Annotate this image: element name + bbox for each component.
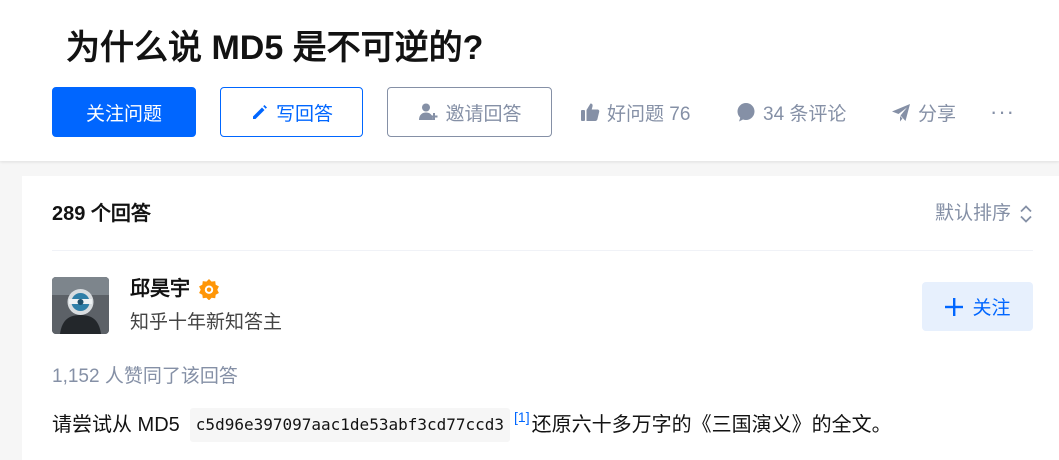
follow-question-button[interactable]: 关注问题 (52, 87, 196, 137)
author-bio: 知乎十年新知答主 (130, 312, 283, 333)
answers-card: 289 个回答 默认排序 邱昊宇 知乎十年新知答主 关注 1,152 人赞同了该… (22, 176, 1059, 460)
answer-content: 请尝试从 MD5 c5d96e397097aac1de53abf3cd77ccd… (52, 408, 892, 442)
more-icon[interactable]: ··· (990, 94, 1015, 130)
good-question-label: 好问题 76 (607, 103, 691, 125)
pencil-icon (250, 102, 270, 122)
comment-icon (735, 101, 757, 123)
good-question-button[interactable]: 好问题 76 (579, 94, 690, 130)
vote-count: 1,152 人赞同了该回答 (52, 366, 238, 387)
share-label: 分享 (918, 103, 957, 125)
follow-author-label: 关注 (972, 298, 1011, 319)
answers-count: 289 个回答 (52, 203, 151, 225)
sort-icon (1019, 204, 1033, 224)
question-header: 为什么说 MD5 是不可逆的? 关注问题 写回答 邀请回答 好问题 76 34 … (0, 0, 1059, 161)
md5-hash: c5d96e397097aac1de53abf3cd77ccd3 (189, 408, 511, 442)
add-user-icon (417, 101, 439, 123)
question-title: 为什么说 MD5 是不可逆的? (66, 29, 484, 67)
plus-icon (944, 297, 964, 317)
follow-author-button[interactable]: 关注 (922, 282, 1033, 331)
invite-answer-label: 邀请回答 (445, 103, 522, 125)
reference-link[interactable]: [1] (514, 402, 530, 432)
answer-text-prefix: 请尝试从 MD5 (52, 414, 180, 436)
sort-dropdown[interactable]: 默认排序 (935, 200, 1033, 228)
comments-label: 34 条评论 (763, 103, 847, 125)
author-name-text: 邱昊宇 (130, 278, 190, 300)
follow-question-label: 关注问题 (85, 103, 162, 125)
answer-text-suffix: 还原六十多万字的《三国演义》的全文。 (531, 414, 892, 436)
badge-icon (198, 278, 220, 300)
divider (52, 250, 1033, 251)
comments-button[interactable]: 34 条评论 (735, 94, 846, 130)
avatar[interactable] (52, 277, 109, 334)
sort-label: 默认排序 (934, 203, 1011, 224)
share-button[interactable]: 分享 (890, 94, 956, 130)
invite-answer-button[interactable]: 邀请回答 (387, 87, 552, 137)
write-answer-button[interactable]: 写回答 (220, 87, 363, 137)
author-name[interactable]: 邱昊宇 (130, 275, 220, 303)
thumb-up-icon (579, 101, 601, 123)
write-answer-label: 写回答 (275, 103, 333, 125)
share-icon (890, 101, 912, 123)
